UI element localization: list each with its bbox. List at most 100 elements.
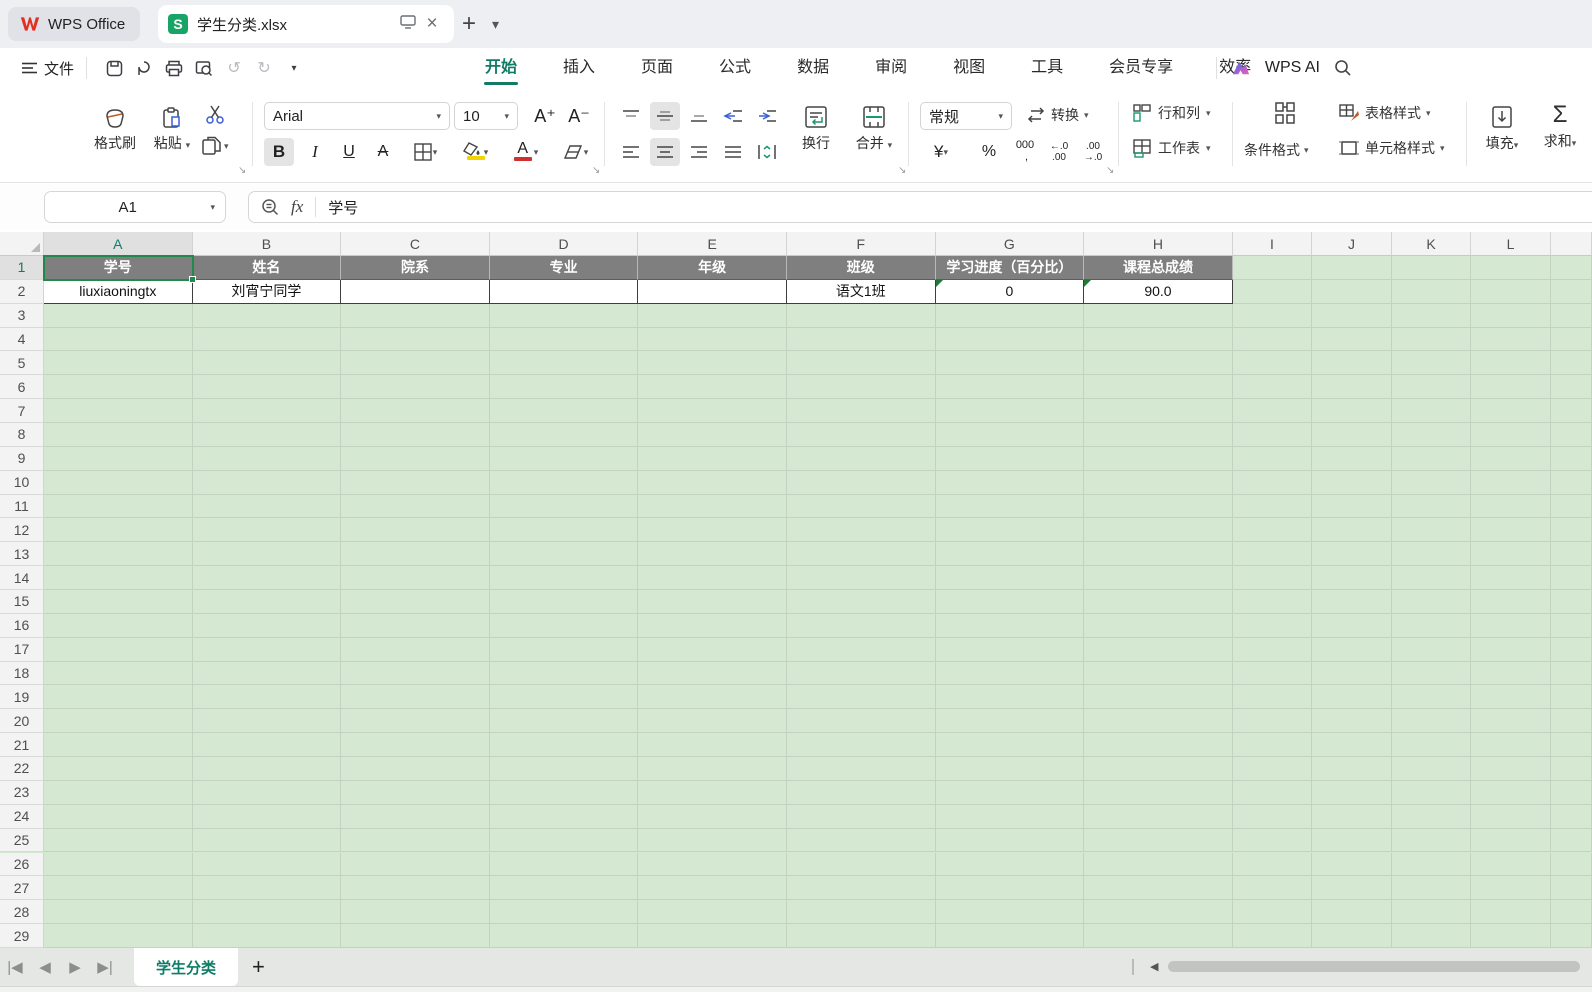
cell-K20[interactable] <box>1391 709 1472 734</box>
cell-A8[interactable] <box>44 423 193 447</box>
fill-button[interactable]: 填充▾ <box>1476 104 1528 153</box>
cell-M3[interactable] <box>1550 303 1592 328</box>
cell-C28[interactable] <box>341 900 490 925</box>
cell-I17[interactable] <box>1232 637 1313 662</box>
cell-D1[interactable]: 专业 <box>489 256 639 280</box>
cell-F12[interactable] <box>786 518 936 543</box>
cell-B7[interactable] <box>192 399 342 424</box>
cell-J12[interactable] <box>1312 518 1392 543</box>
cell-J28[interactable] <box>1312 900 1392 925</box>
column-header-L[interactable]: L <box>1471 232 1551 256</box>
cell-C19[interactable] <box>341 685 490 710</box>
cell-H14[interactable] <box>1084 566 1233 591</box>
cell-L17[interactable] <box>1471 637 1551 662</box>
cell-I4[interactable] <box>1232 327 1313 352</box>
cell-H20[interactable] <box>1084 709 1233 734</box>
cell-L4[interactable] <box>1471 327 1551 352</box>
cell-K7[interactable] <box>1391 399 1472 424</box>
horizontal-scrollbar-thumb[interactable] <box>1168 961 1580 972</box>
cell-H16[interactable] <box>1084 613 1233 638</box>
cell-J22[interactable] <box>1312 757 1392 781</box>
formula-zoom-icon[interactable] <box>261 198 279 216</box>
cell-G26[interactable] <box>935 852 1085 877</box>
select-all-corner[interactable] <box>0 232 44 256</box>
row-header-14[interactable]: 14 <box>0 566 44 591</box>
cell-B23[interactable] <box>192 780 342 805</box>
cell-F19[interactable] <box>786 685 936 710</box>
cell-I28[interactable] <box>1232 900 1313 925</box>
cell-A15[interactable] <box>44 590 193 614</box>
cell-I23[interactable] <box>1232 780 1313 805</box>
cell-G24[interactable] <box>935 804 1085 829</box>
cell-M24[interactable] <box>1550 804 1592 829</box>
cell-A5[interactable] <box>44 351 193 376</box>
cell-D14[interactable] <box>489 566 639 591</box>
cell-B24[interactable] <box>192 804 342 829</box>
cell-L9[interactable] <box>1471 446 1551 471</box>
cell-E22[interactable] <box>638 757 787 781</box>
cell-K29[interactable] <box>1391 924 1472 948</box>
column-header-B[interactable]: B <box>192 232 342 256</box>
cell-L7[interactable] <box>1471 399 1551 424</box>
cell-A28[interactable] <box>44 900 193 925</box>
document-tab[interactable]: S 学生分类.xlsx × <box>158 5 454 43</box>
cell-G8[interactable] <box>935 423 1085 447</box>
cell-K11[interactable] <box>1391 494 1472 519</box>
cell-K14[interactable] <box>1391 566 1472 591</box>
cell-M29[interactable] <box>1550 924 1592 948</box>
cell-B29[interactable] <box>192 924 342 948</box>
cell-J20[interactable] <box>1312 709 1392 734</box>
cell-J6[interactable] <box>1312 375 1392 400</box>
cell-H9[interactable] <box>1084 446 1233 471</box>
row-header-9[interactable]: 9 <box>0 446 44 471</box>
cell-A24[interactable] <box>44 804 193 829</box>
cut-button[interactable] <box>204 104 228 129</box>
cell-E6[interactable] <box>638 375 787 400</box>
increase-indent-button[interactable] <box>752 102 782 130</box>
cell-D13[interactable] <box>489 542 639 567</box>
row-header-24[interactable]: 24 <box>0 804 44 829</box>
row-header-19[interactable]: 19 <box>0 685 44 710</box>
wps-ai-label[interactable]: WPS AI <box>1265 59 1320 77</box>
cell-I13[interactable] <box>1232 542 1313 567</box>
cell-G23[interactable] <box>935 780 1085 805</box>
cell-M2[interactable] <box>1550 279 1592 304</box>
cell-D29[interactable] <box>489 924 639 948</box>
close-tab-icon[interactable]: × <box>420 13 444 35</box>
table-style-button[interactable]: 表格样式 ▾ <box>1338 103 1431 123</box>
cell-M17[interactable] <box>1550 637 1592 662</box>
column-header-G[interactable]: G <box>935 232 1085 256</box>
cell-H17[interactable] <box>1084 637 1233 662</box>
cell-H12[interactable] <box>1084 518 1233 543</box>
clear-format-button[interactable]: ▾ <box>554 138 596 166</box>
cell-F1[interactable]: 班级 <box>786 256 936 280</box>
cell-C15[interactable] <box>341 590 490 614</box>
cell-F21[interactable] <box>786 733 936 758</box>
cell-H23[interactable] <box>1084 780 1233 805</box>
cell-K5[interactable] <box>1391 351 1472 376</box>
print-preview-icon[interactable] <box>189 54 219 82</box>
cell-E19[interactable] <box>638 685 787 710</box>
cell-H28[interactable] <box>1084 900 1233 925</box>
cell-J27[interactable] <box>1312 876 1392 901</box>
add-sheet-button[interactable]: + <box>252 954 265 980</box>
next-sheet-icon[interactable]: ▶ <box>60 958 90 976</box>
cell-J24[interactable] <box>1312 804 1392 829</box>
cell-J8[interactable] <box>1312 423 1392 447</box>
cell-C17[interactable] <box>341 637 490 662</box>
cell-E3[interactable] <box>638 303 787 328</box>
cell-E14[interactable] <box>638 566 787 591</box>
cell-K23[interactable] <box>1391 780 1472 805</box>
cell-K8[interactable] <box>1391 423 1472 447</box>
cell-M15[interactable] <box>1550 590 1592 614</box>
row-header-6[interactable]: 6 <box>0 375 44 400</box>
cell-B3[interactable] <box>192 303 342 328</box>
text-orientation-button[interactable] <box>752 138 782 166</box>
row-header-7[interactable]: 7 <box>0 399 44 424</box>
cell-J21[interactable] <box>1312 733 1392 758</box>
cell-F2[interactable]: 语文1班 <box>786 279 936 304</box>
currency-button[interactable]: ¥ ▾ <box>922 138 960 166</box>
row-header-5[interactable]: 5 <box>0 351 44 376</box>
cell-J23[interactable] <box>1312 780 1392 805</box>
cell-A29[interactable] <box>44 924 193 948</box>
